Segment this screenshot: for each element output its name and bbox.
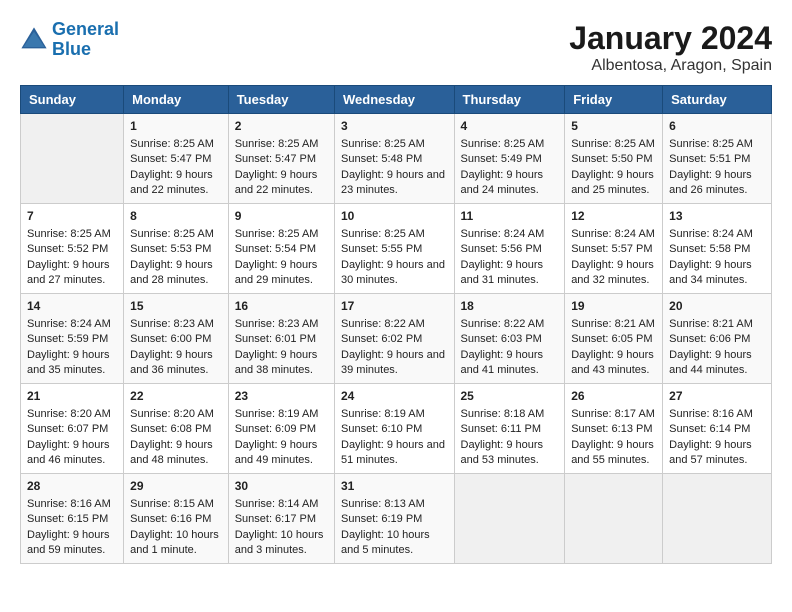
week-row-5: 28Sunrise: 8:16 AMSunset: 6:15 PMDayligh…: [21, 474, 772, 564]
calendar-cell: [21, 114, 124, 204]
day-number: 5: [571, 118, 656, 135]
day-number: 21: [27, 388, 117, 405]
calendar-cell: 28Sunrise: 8:16 AMSunset: 6:15 PMDayligh…: [21, 474, 124, 564]
calendar-table: SundayMondayTuesdayWednesdayThursdayFrid…: [20, 85, 772, 564]
calendar-cell: [663, 474, 772, 564]
day-number: 28: [27, 478, 117, 495]
header-day-thursday: Thursday: [454, 86, 565, 114]
header-day-wednesday: Wednesday: [335, 86, 455, 114]
calendar-cell: 4Sunrise: 8:25 AMSunset: 5:49 PMDaylight…: [454, 114, 565, 204]
day-number: 1: [130, 118, 222, 135]
calendar-cell: 22Sunrise: 8:20 AMSunset: 6:08 PMDayligh…: [124, 384, 229, 474]
location-subtitle: Albentosa, Aragon, Spain: [569, 57, 772, 75]
calendar-body: 1Sunrise: 8:25 AMSunset: 5:47 PMDaylight…: [21, 114, 772, 564]
calendar-cell: 5Sunrise: 8:25 AMSunset: 5:50 PMDaylight…: [565, 114, 663, 204]
calendar-cell: 21Sunrise: 8:20 AMSunset: 6:07 PMDayligh…: [21, 384, 124, 474]
week-row-4: 21Sunrise: 8:20 AMSunset: 6:07 PMDayligh…: [21, 384, 772, 474]
calendar-cell: 29Sunrise: 8:15 AMSunset: 6:16 PMDayligh…: [124, 474, 229, 564]
header-day-tuesday: Tuesday: [228, 86, 334, 114]
logo-text: General Blue: [52, 20, 119, 60]
calendar-cell: 17Sunrise: 8:22 AMSunset: 6:02 PMDayligh…: [335, 294, 455, 384]
day-number: 31: [341, 478, 448, 495]
header-day-sunday: Sunday: [21, 86, 124, 114]
calendar-cell: 1Sunrise: 8:25 AMSunset: 5:47 PMDaylight…: [124, 114, 229, 204]
day-number: 16: [235, 298, 328, 315]
day-number: 10: [341, 208, 448, 225]
week-row-2: 7Sunrise: 8:25 AMSunset: 5:52 PMDaylight…: [21, 204, 772, 294]
calendar-cell: 20Sunrise: 8:21 AMSunset: 6:06 PMDayligh…: [663, 294, 772, 384]
header-day-monday: Monday: [124, 86, 229, 114]
day-number: 9: [235, 208, 328, 225]
header: General Blue January 2024 Albentosa, Ara…: [20, 20, 772, 75]
calendar-cell: 11Sunrise: 8:24 AMSunset: 5:56 PMDayligh…: [454, 204, 565, 294]
title-section: January 2024 Albentosa, Aragon, Spain: [569, 20, 772, 75]
month-title: January 2024: [569, 20, 772, 57]
calendar-cell: [454, 474, 565, 564]
logo-line2: Blue: [52, 39, 91, 59]
day-number: 11: [461, 208, 559, 225]
day-number: 12: [571, 208, 656, 225]
day-number: 3: [341, 118, 448, 135]
day-number: 25: [461, 388, 559, 405]
day-number: 2: [235, 118, 328, 135]
calendar-cell: [565, 474, 663, 564]
calendar-cell: 12Sunrise: 8:24 AMSunset: 5:57 PMDayligh…: [565, 204, 663, 294]
calendar-cell: 31Sunrise: 8:13 AMSunset: 6:19 PMDayligh…: [335, 474, 455, 564]
calendar-cell: 10Sunrise: 8:25 AMSunset: 5:55 PMDayligh…: [335, 204, 455, 294]
calendar-cell: 7Sunrise: 8:25 AMSunset: 5:52 PMDaylight…: [21, 204, 124, 294]
day-number: 15: [130, 298, 222, 315]
calendar-cell: 8Sunrise: 8:25 AMSunset: 5:53 PMDaylight…: [124, 204, 229, 294]
logo: General Blue: [20, 20, 119, 60]
calendar-cell: 30Sunrise: 8:14 AMSunset: 6:17 PMDayligh…: [228, 474, 334, 564]
header-row: SundayMondayTuesdayWednesdayThursdayFrid…: [21, 86, 772, 114]
day-number: 17: [341, 298, 448, 315]
day-number: 22: [130, 388, 222, 405]
day-number: 18: [461, 298, 559, 315]
logo-line1: General: [52, 19, 119, 39]
day-number: 8: [130, 208, 222, 225]
day-number: 19: [571, 298, 656, 315]
logo-icon: [20, 26, 48, 54]
calendar-header: SundayMondayTuesdayWednesdayThursdayFrid…: [21, 86, 772, 114]
day-number: 13: [669, 208, 765, 225]
day-number: 6: [669, 118, 765, 135]
day-number: 20: [669, 298, 765, 315]
calendar-cell: 2Sunrise: 8:25 AMSunset: 5:47 PMDaylight…: [228, 114, 334, 204]
day-number: 24: [341, 388, 448, 405]
calendar-cell: 24Sunrise: 8:19 AMSunset: 6:10 PMDayligh…: [335, 384, 455, 474]
calendar-cell: 23Sunrise: 8:19 AMSunset: 6:09 PMDayligh…: [228, 384, 334, 474]
calendar-cell: 26Sunrise: 8:17 AMSunset: 6:13 PMDayligh…: [565, 384, 663, 474]
day-number: 14: [27, 298, 117, 315]
calendar-cell: 6Sunrise: 8:25 AMSunset: 5:51 PMDaylight…: [663, 114, 772, 204]
day-number: 23: [235, 388, 328, 405]
header-day-friday: Friday: [565, 86, 663, 114]
calendar-cell: 16Sunrise: 8:23 AMSunset: 6:01 PMDayligh…: [228, 294, 334, 384]
day-number: 29: [130, 478, 222, 495]
day-number: 26: [571, 388, 656, 405]
calendar-cell: 9Sunrise: 8:25 AMSunset: 5:54 PMDaylight…: [228, 204, 334, 294]
week-row-3: 14Sunrise: 8:24 AMSunset: 5:59 PMDayligh…: [21, 294, 772, 384]
day-number: 30: [235, 478, 328, 495]
calendar-cell: 3Sunrise: 8:25 AMSunset: 5:48 PMDaylight…: [335, 114, 455, 204]
calendar-cell: 27Sunrise: 8:16 AMSunset: 6:14 PMDayligh…: [663, 384, 772, 474]
calendar-cell: 19Sunrise: 8:21 AMSunset: 6:05 PMDayligh…: [565, 294, 663, 384]
calendar-cell: 25Sunrise: 8:18 AMSunset: 6:11 PMDayligh…: [454, 384, 565, 474]
week-row-1: 1Sunrise: 8:25 AMSunset: 5:47 PMDaylight…: [21, 114, 772, 204]
calendar-cell: 18Sunrise: 8:22 AMSunset: 6:03 PMDayligh…: [454, 294, 565, 384]
day-number: 27: [669, 388, 765, 405]
calendar-cell: 14Sunrise: 8:24 AMSunset: 5:59 PMDayligh…: [21, 294, 124, 384]
calendar-cell: 15Sunrise: 8:23 AMSunset: 6:00 PMDayligh…: [124, 294, 229, 384]
day-number: 7: [27, 208, 117, 225]
header-day-saturday: Saturday: [663, 86, 772, 114]
calendar-cell: 13Sunrise: 8:24 AMSunset: 5:58 PMDayligh…: [663, 204, 772, 294]
day-number: 4: [461, 118, 559, 135]
